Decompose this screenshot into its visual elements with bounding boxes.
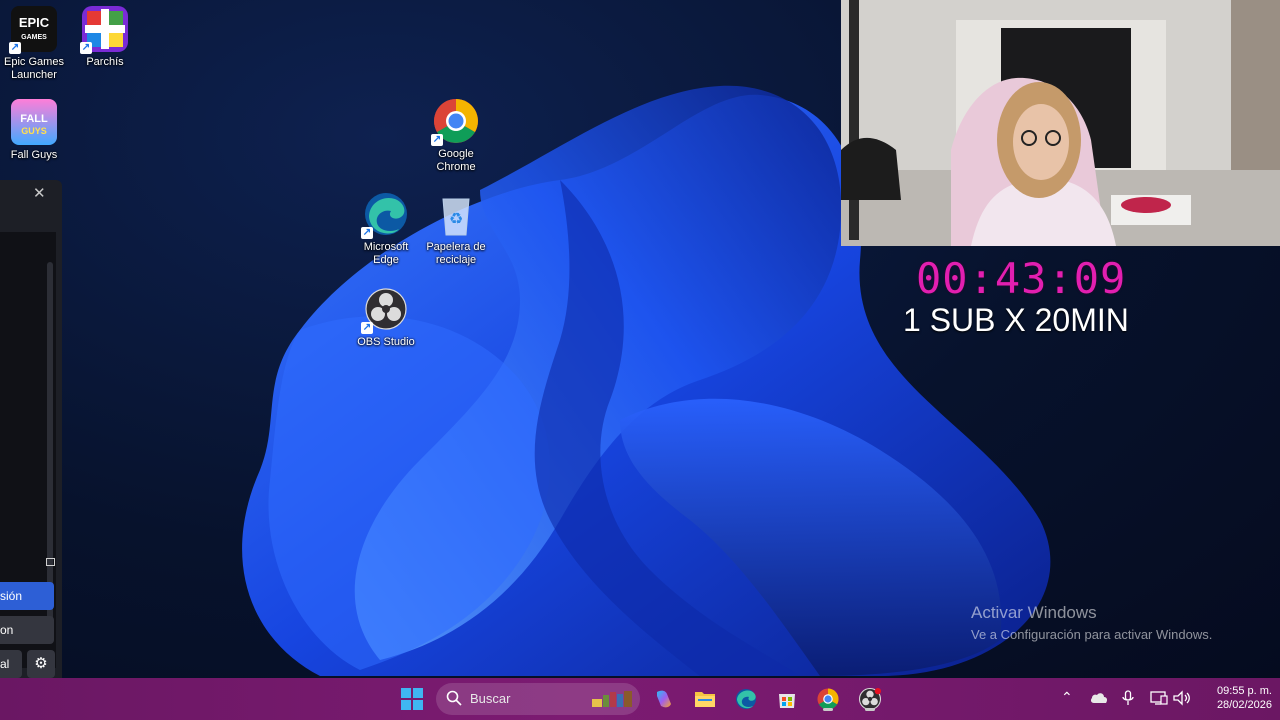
onedrive-icon[interactable] — [1090, 691, 1108, 707]
desktop-icon-microsoft-edge[interactable]: ↗ Microsoft Edge — [350, 191, 422, 267]
taskbar: Buscar ⌃ 09:55 p. m. 28/02/2026 — [0, 678, 1280, 720]
svg-text:♻: ♻ — [449, 209, 463, 228]
settings-gear-icon[interactable]: ⚙ — [27, 650, 55, 678]
webcam-feed — [841, 0, 1280, 246]
watermark-title: Activar Windows — [971, 603, 1097, 622]
windows-start-icon[interactable] — [398, 685, 426, 713]
close-icon[interactable]: ✕ — [33, 184, 46, 202]
obs-controls-panel: ✕ sión on al ⚙ — [0, 180, 62, 678]
desktop-icon-obs-studio[interactable]: ↗ OBS Studio — [350, 286, 422, 349]
microphone-icon[interactable] — [1122, 690, 1134, 709]
taskbar-clock[interactable]: 09:55 p. m. 28/02/2026 — [1200, 684, 1272, 712]
svg-text:GUYS: GUYS — [21, 126, 47, 136]
desktop-icon-label: OBS Studio — [357, 336, 415, 348]
speaker-icon[interactable] — [1173, 690, 1191, 709]
recycle-bin-icon: ♻ — [433, 191, 479, 237]
tertiary-action-button[interactable]: al — [0, 650, 22, 678]
clock-date: 28/02/2026 — [1216, 699, 1272, 711]
shortcut-arrow-icon: ↗ — [361, 322, 373, 334]
obs-icon: ↗ — [361, 286, 409, 334]
copilot-icon[interactable] — [650, 685, 678, 713]
desktop-icon-fall-guys[interactable]: FALL GUYS Fall Guys — [0, 99, 70, 162]
restore-window-icon[interactable] — [46, 558, 55, 566]
chevron-up-icon[interactable]: ⌃ — [1061, 689, 1073, 706]
epic-games-icon: EPIC GAMES ↗ — [9, 6, 57, 54]
start-session-button[interactable]: sión — [0, 582, 54, 610]
search-icon — [446, 690, 462, 706]
shortcut-arrow-icon: ↗ — [80, 42, 92, 54]
secondary-action-button[interactable]: on — [0, 616, 54, 644]
desktop-icon-label: Parchís — [86, 56, 124, 68]
shortcut-arrow-icon: ↗ — [431, 134, 443, 146]
svg-text:EPIC: EPIC — [19, 15, 50, 30]
webcam-scene — [841, 0, 1280, 246]
desktop-icon-recycle-bin[interactable]: ♻ Papelera de reciclaje — [420, 191, 492, 267]
microsoft-store-icon[interactable] — [773, 685, 801, 713]
button-label: on — [0, 623, 14, 637]
button-label: sión — [0, 589, 23, 603]
desktop-icon-epic-games[interactable]: EPIC GAMES ↗ Epic Games Launcher — [0, 6, 70, 82]
fall-guys-icon: FALL GUYS — [11, 99, 57, 145]
parchis-icon: ↗ — [80, 6, 128, 54]
svg-text:GAMES: GAMES — [21, 34, 47, 41]
chrome-icon: ↗ — [431, 98, 479, 146]
watermark-subtitle: Ve a Configuración para activar Windows. — [971, 627, 1213, 642]
running-indicator — [823, 708, 833, 711]
shortcut-arrow-icon: ↗ — [9, 42, 21, 54]
clock-time: 09:55 p. m. — [1216, 685, 1272, 697]
subathon-timer: 00:43:09 — [916, 254, 1127, 303]
search-placeholder: Buscar — [470, 691, 511, 706]
button-label: al — [0, 657, 10, 671]
desktop-icon-label: Fall Guys — [10, 149, 58, 161]
chrome-icon[interactable] — [814, 685, 842, 713]
edge-icon[interactable] — [732, 685, 760, 713]
desktop-icon-parchis[interactable]: ↗ Parchís — [69, 6, 141, 69]
edge-icon: ↗ — [361, 191, 409, 239]
shortcut-arrow-icon: ↗ — [361, 227, 373, 239]
desktop-icon-label: Papelera de reciclaje — [426, 241, 486, 266]
svg-text:FALL: FALL — [20, 113, 48, 125]
activate-windows-watermark: Activar Windows Ve a Configuración para … — [971, 603, 1212, 642]
desktop-icon-label: Google Chrome — [436, 148, 476, 173]
desktop-icon-label: Microsoft Edge — [363, 241, 409, 266]
search-highlight-books-icon — [592, 691, 632, 707]
desktop-icon-google-chrome[interactable]: ↗ Google Chrome — [420, 98, 492, 174]
running-indicator — [865, 708, 875, 711]
file-explorer-icon[interactable] — [691, 685, 719, 713]
display-icon[interactable] — [1150, 690, 1168, 709]
subathon-rule-text: 1 SUB X 20MIN — [903, 302, 1129, 338]
desktop-icon-label: Epic Games Launcher — [4, 56, 64, 81]
taskbar-search-box[interactable]: Buscar — [436, 683, 640, 715]
obs-icon[interactable] — [856, 685, 884, 713]
